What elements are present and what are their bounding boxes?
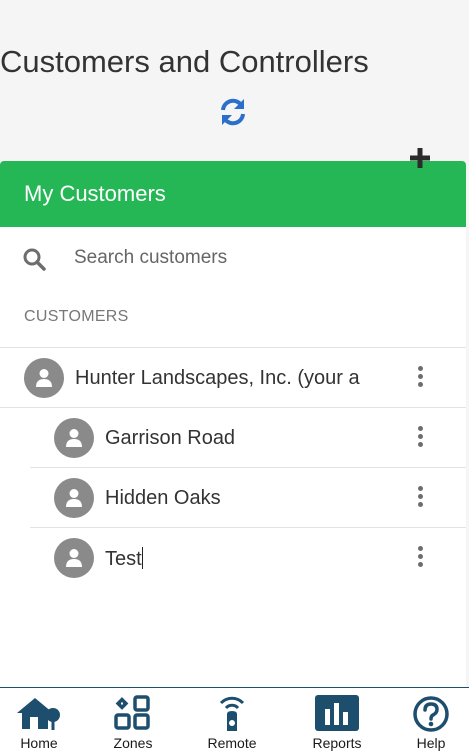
card-header: My Customers <box>0 161 466 227</box>
tab-label: Help <box>416 735 446 751</box>
reports-icon <box>315 695 359 731</box>
user-icon <box>36 369 52 387</box>
avatar <box>54 418 94 458</box>
tab-remote[interactable]: Remote <box>192 688 272 753</box>
customers-section-header: CUSTOMERS <box>0 289 466 348</box>
text-cursor <box>141 547 143 569</box>
avatar <box>24 358 64 398</box>
kebab-dot <box>417 442 423 447</box>
plus-icon <box>410 148 430 168</box>
tab-label: Zones <box>113 735 153 751</box>
tab-label: Remote <box>207 735 257 751</box>
add-customer-button[interactable] <box>408 146 432 170</box>
avatar <box>54 478 94 518</box>
tab-label: Reports <box>312 735 362 751</box>
customer-row[interactable]: Hunter Landscapes, Inc. (your a <box>0 348 466 408</box>
refresh-button[interactable] <box>217 96 249 128</box>
customers-card: My Customers CUSTOMERS Hunter Landscapes… <box>0 161 466 687</box>
kebab-dot <box>417 426 423 431</box>
kebab-dot <box>417 382 423 387</box>
page-title: Customers and Controllers <box>0 44 369 79</box>
help-icon <box>413 696 449 732</box>
user-icon <box>66 429 82 447</box>
search-bar <box>0 227 466 289</box>
tab-zones[interactable]: Zones <box>94 688 172 753</box>
kebab-dot <box>417 562 423 567</box>
home-icon <box>17 698 60 730</box>
kebab-dot <box>417 366 423 371</box>
more-options-button[interactable] <box>414 366 426 390</box>
customer-row[interactable]: Test <box>30 528 466 588</box>
kebab-dot <box>417 374 423 379</box>
customer-name: Hunter Landscapes, Inc. (your a <box>75 367 360 389</box>
kebab-dot <box>417 502 423 507</box>
kebab-dot <box>417 554 423 559</box>
search-icon <box>23 248 46 271</box>
search-input[interactable] <box>74 241 434 275</box>
kebab-dot <box>417 434 423 439</box>
more-options-button[interactable] <box>414 486 426 510</box>
avatar <box>54 538 94 578</box>
customer-name: Test <box>105 548 142 570</box>
zones-icon <box>114 695 150 730</box>
customer-name: Hidden Oaks <box>105 487 221 509</box>
kebab-dot <box>417 486 423 491</box>
customer-row[interactable]: Hidden Oaks <box>30 468 466 528</box>
refresh-icon <box>221 98 245 126</box>
bottom-tab-bar: Home Zones Remote Reports Help <box>0 687 469 753</box>
customer-name: Garrison Road <box>105 427 236 449</box>
kebab-dot <box>417 494 423 499</box>
tab-label: Home <box>20 735 58 751</box>
kebab-dot <box>417 546 423 551</box>
more-options-button[interactable] <box>414 546 426 570</box>
tab-reports[interactable]: Reports <box>298 688 376 753</box>
user-icon <box>66 489 82 507</box>
customer-row[interactable]: Garrison Road <box>30 408 466 468</box>
section-label: CUSTOMERS <box>24 308 129 325</box>
tab-help[interactable]: Help <box>392 688 469 753</box>
customer-name-wrapper: Test <box>105 547 143 571</box>
user-icon <box>66 549 82 567</box>
more-options-button[interactable] <box>414 426 426 450</box>
tab-home[interactable]: Home <box>0 688 78 753</box>
remote-icon <box>219 696 245 731</box>
